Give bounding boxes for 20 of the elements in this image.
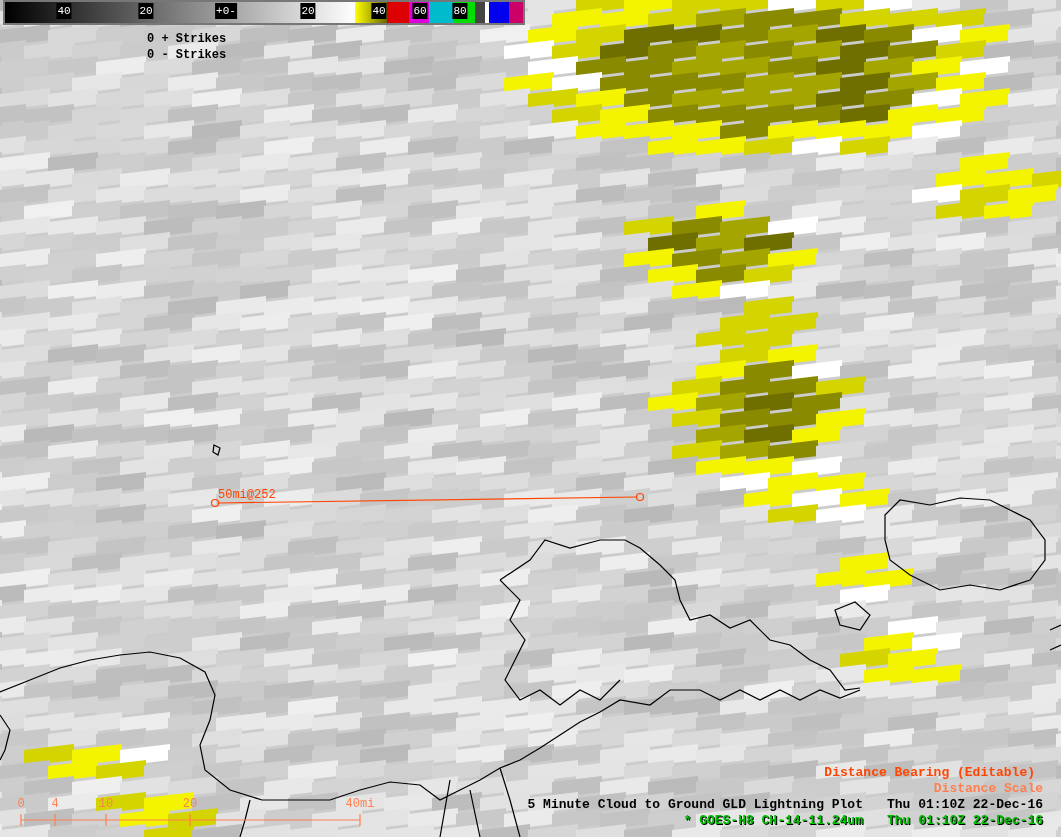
scale-label: 10 (98, 797, 114, 811)
scale-label: 40mi (345, 797, 375, 811)
strike-count: 0 + Strikes (147, 31, 227, 47)
color-bar-label: 80 (452, 3, 468, 19)
legend-text: 5 Minute Cloud to Ground GLD Lightning Plot (527, 797, 863, 813)
legend-text: * GOES-H8 CH-14-11.24um (683, 813, 863, 829)
legend-text: Distance Scale (933, 781, 1043, 797)
color-bar-label: 40 (371, 3, 387, 19)
legend-time: Thu 01:10Z 22-Dec-16 (886, 813, 1043, 829)
scale-label: 0 (17, 797, 25, 811)
legend-time: Thu 01:10Z 22-Dec-16 (886, 797, 1043, 813)
color-bar-label: 40 (56, 3, 72, 19)
color-bar-label: 60 (412, 3, 428, 19)
strike-count: 0 - Strikes (147, 47, 227, 63)
color-bar-label: 20 (138, 3, 154, 19)
color-bar-label: +0- (215, 3, 237, 19)
bearing-label: 50mi@252 (218, 488, 276, 502)
legend-text: Distance Bearing (Editable) (824, 765, 1035, 781)
scale-label: 4 (51, 797, 59, 811)
color-bar-label: 20 (300, 3, 316, 19)
